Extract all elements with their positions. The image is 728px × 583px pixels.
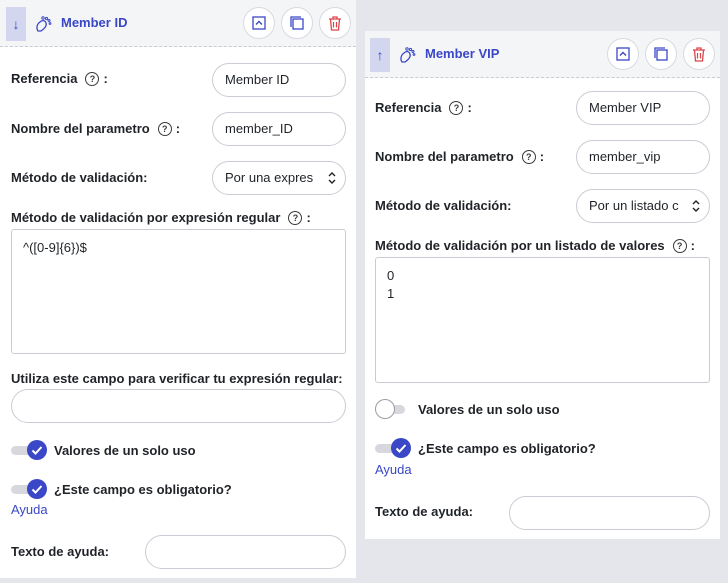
delete-button[interactable] — [319, 7, 351, 39]
help-text-input[interactable] — [145, 535, 346, 569]
metodo-label: Método de validación: — [375, 198, 512, 213]
parameter-card-member-vip: ↑ Member VIP Referencia ?: Member VIP N… — [365, 31, 720, 539]
referencia-label: Referencia ? : — [11, 71, 108, 86]
help-text-input[interactable] — [509, 496, 710, 530]
single-use-toggle[interactable] — [11, 440, 47, 460]
regex-textarea[interactable]: ^([0-9]{6})$ — [11, 229, 346, 354]
verify-input[interactable] — [11, 389, 346, 423]
metodo-select[interactable]: Por una expres — [212, 161, 346, 195]
nombre-input[interactable]: member_vip — [576, 140, 710, 174]
required-toggle[interactable] — [11, 479, 47, 499]
select-arrows-icon — [692, 200, 700, 212]
card-title: Member ID — [61, 15, 128, 30]
check-icon — [27, 440, 47, 460]
delete-button[interactable] — [683, 38, 715, 70]
arrow-down-icon[interactable]: ↓ — [6, 7, 26, 41]
nombre-label: Nombre del parametro ? : — [11, 121, 180, 136]
card-header: ↓ Member ID — [0, 0, 356, 47]
metodo-select-value: Por una expres — [225, 170, 314, 185]
list-label-text: Método de validación por un listado de v… — [375, 238, 665, 253]
footprint-icon — [400, 47, 416, 63]
required-toggle[interactable] — [375, 438, 411, 458]
help-text-label: Texto de ayuda: — [11, 544, 110, 559]
toggle-knob — [375, 399, 395, 419]
check-icon — [391, 438, 411, 458]
duplicate-button[interactable] — [645, 38, 677, 70]
help-icon[interactable]: ? — [521, 149, 536, 164]
single-use-label: Valores de un solo uso — [418, 402, 560, 417]
single-use-label: Valores de un solo uso — [54, 443, 196, 458]
help-icon[interactable]: ? — [85, 71, 100, 86]
referencia-input[interactable]: Member VIP — [576, 91, 710, 125]
regex-label-text: Método de validación por expresión regul… — [11, 210, 281, 225]
referencia-label: Referencia ? : — [375, 100, 472, 115]
collapse-icon — [616, 47, 630, 61]
referencia-input[interactable]: Member ID — [212, 63, 346, 97]
help-text-label: Texto de ayuda: — [375, 504, 474, 519]
nombre-input[interactable]: member_ID — [212, 112, 346, 146]
arrow-up-icon[interactable]: ↑ — [370, 38, 390, 72]
help-icon[interactable]: ? — [288, 210, 303, 225]
regex-colon: : — [306, 210, 311, 225]
referencia-label-text: Referencia — [375, 100, 442, 115]
collapse-icon — [252, 16, 266, 30]
list-textarea[interactable]: 0 1 — [375, 257, 710, 383]
metodo-label: Método de validación: — [11, 170, 148, 185]
trash-icon — [329, 16, 341, 31]
nombre-colon: : — [539, 149, 545, 164]
duplicate-icon — [654, 47, 668, 61]
metodo-select[interactable]: Por un listado c — [576, 189, 710, 223]
nombre-label-text: Nombre del parametro — [375, 149, 514, 164]
referencia-colon: : — [103, 71, 108, 86]
help-icon[interactable]: ? — [449, 100, 464, 115]
duplicate-button[interactable] — [281, 7, 313, 39]
footprint-icon — [36, 16, 52, 32]
help-icon[interactable]: ? — [157, 121, 172, 136]
metodo-select-value: Por un listado c — [589, 198, 679, 213]
single-use-toggle[interactable] — [375, 399, 409, 419]
required-label: ¿Este campo es obligatorio? — [418, 441, 596, 456]
trash-icon — [693, 47, 705, 62]
referencia-colon: : — [467, 100, 472, 115]
card-header: ↑ Member VIP — [365, 31, 720, 78]
help-link[interactable]: Ayuda — [11, 502, 48, 517]
help-link[interactable]: Ayuda — [375, 462, 412, 477]
check-icon — [27, 479, 47, 499]
collapse-button[interactable] — [243, 7, 275, 39]
nombre-colon: : — [175, 121, 181, 136]
parameter-card-member-id: ↓ Member ID Referencia ?: Member ID Nom… — [0, 0, 356, 578]
nombre-label: Nombre del parametro ? : — [375, 149, 544, 164]
collapse-button[interactable] — [607, 38, 639, 70]
help-icon[interactable]: ? — [672, 238, 687, 253]
nombre-label-text: Nombre del parametro — [11, 121, 150, 136]
list-colon: : — [690, 238, 696, 253]
list-label: Método de validación por un listado de v… — [375, 238, 695, 253]
duplicate-icon — [290, 16, 304, 30]
verify-label: Utiliza este campo para verificar tu exp… — [11, 371, 343, 386]
required-label: ¿Este campo es obligatorio? — [54, 482, 232, 497]
select-arrows-icon — [328, 172, 336, 184]
regex-label: Método de validación por expresión regul… — [11, 210, 311, 225]
card-title: Member VIP — [425, 46, 500, 61]
referencia-label-text: Referencia — [11, 71, 78, 86]
